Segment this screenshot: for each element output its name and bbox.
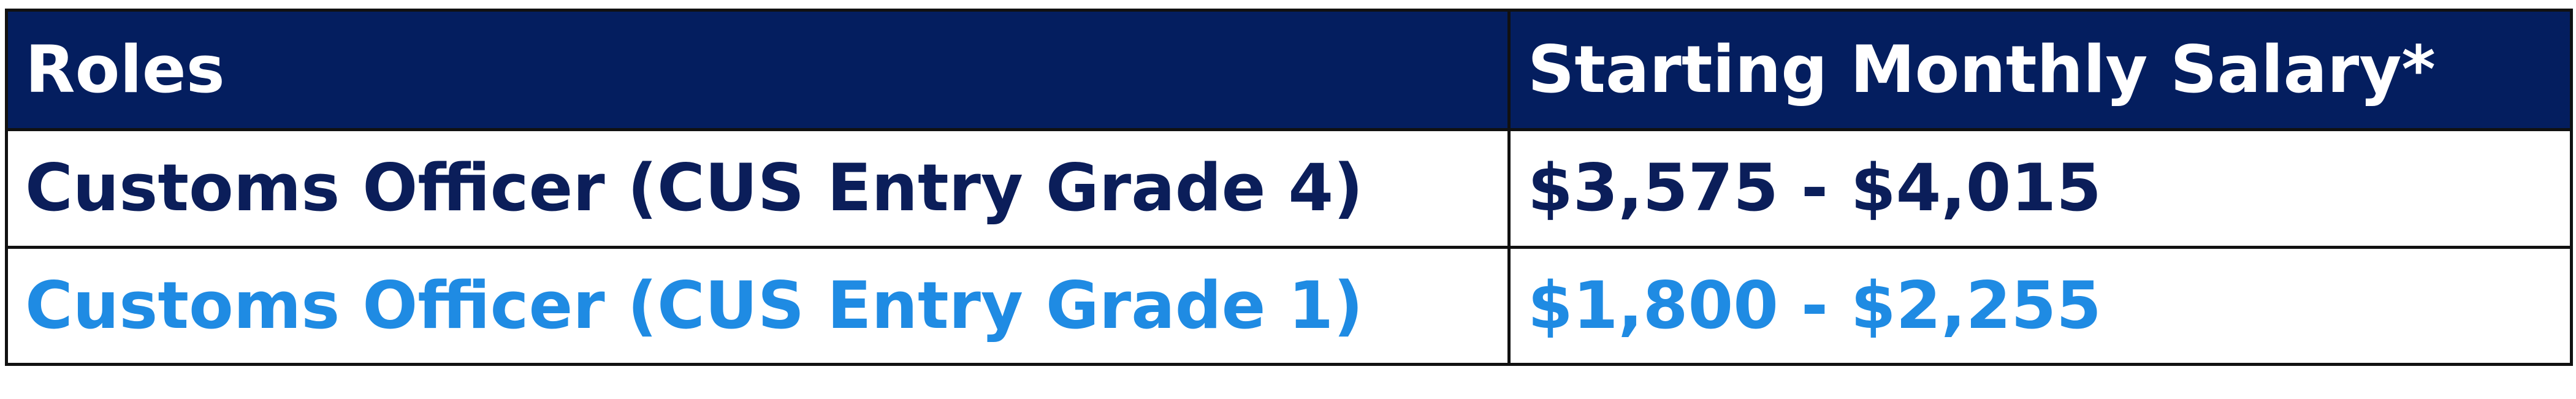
header-starting-monthly-salary: Starting Monthly Salary* (1507, 9, 2573, 131)
salary-table: Roles Starting Monthly Salary* Customs O… (5, 9, 2573, 366)
role-cell: Customs Officer (CUS Entry Grade 4) (5, 128, 1511, 249)
table-row: Customs Officer (CUS Entry Grade 4) $3,5… (5, 128, 2573, 249)
salary-cell: $1,800 - $2,255 (1507, 245, 2573, 366)
table-row: Customs Officer (CUS Entry Grade 1) $1,8… (5, 245, 2573, 366)
table-header: Roles Starting Monthly Salary* (5, 9, 2573, 131)
salary-cell: $3,575 - $4,015 (1507, 128, 2573, 249)
role-cell: Customs Officer (CUS Entry Grade 1) (5, 245, 1511, 366)
table-body: Customs Officer (CUS Entry Grade 4) $3,5… (5, 128, 2573, 366)
header-row: Roles Starting Monthly Salary* (5, 9, 2573, 131)
header-roles: Roles (5, 9, 1511, 131)
